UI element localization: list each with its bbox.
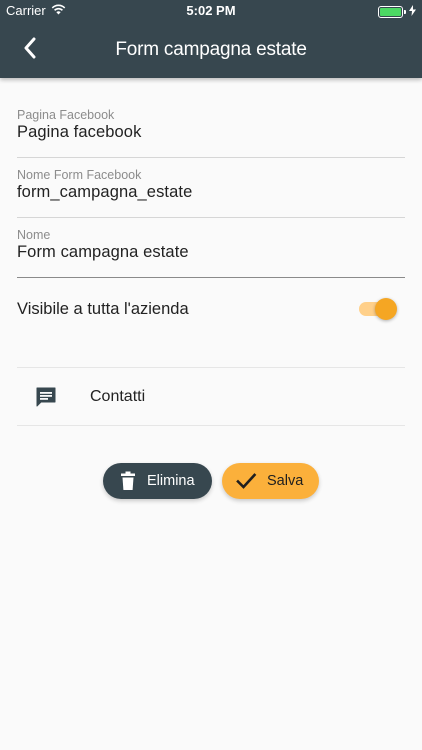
field-label: Nome Form Facebook	[17, 168, 142, 182]
field-label: Pagina Facebook	[17, 108, 115, 122]
switch-thumb	[375, 298, 397, 320]
check-icon	[235, 470, 257, 492]
visibility-row: Visibile a tutta l'azienda	[17, 276, 405, 368]
status-right	[378, 4, 416, 19]
status-time: 5:02 PM	[186, 3, 236, 18]
charging-icon	[409, 4, 416, 19]
field-value: form_campagna_estate	[17, 183, 193, 201]
save-label: Salva	[267, 473, 304, 489]
visibility-label: Visibile a tutta l'azienda	[17, 300, 189, 318]
battery-fill	[380, 7, 401, 16]
field-value: Pagina facebook	[17, 123, 142, 141]
status-bar: Carrier 5:02 PM	[0, 0, 422, 22]
contacts-item[interactable]: Contatti	[17, 368, 405, 426]
navigation-bar: Form campagna estate	[0, 22, 422, 78]
page-title: Form campagna estate	[115, 39, 307, 60]
facebook-page-field[interactable]: Pagina Facebook Pagina facebook	[17, 98, 405, 158]
visibility-switch[interactable]	[359, 297, 397, 320]
delete-button[interactable]: Elimina	[103, 463, 212, 499]
field-value: Form campagna estate	[17, 243, 189, 261]
facebook-form-name-field[interactable]: Nome Form Facebook form_campagna_estate	[17, 158, 405, 218]
app-header: Carrier 5:02 PM Form campagna estate	[0, 0, 422, 78]
contacts-label: Contatti	[90, 388, 146, 405]
trash-icon	[117, 470, 139, 492]
form: Pagina Facebook Pagina facebook Nome For…	[17, 98, 405, 278]
battery-icon	[378, 5, 406, 18]
delete-label: Elimina	[147, 473, 195, 489]
field-label: Nome	[17, 228, 51, 242]
name-field[interactable]: Nome Form campagna estate	[17, 218, 405, 278]
save-button[interactable]: Salva	[222, 463, 319, 499]
message-icon	[35, 386, 57, 408]
